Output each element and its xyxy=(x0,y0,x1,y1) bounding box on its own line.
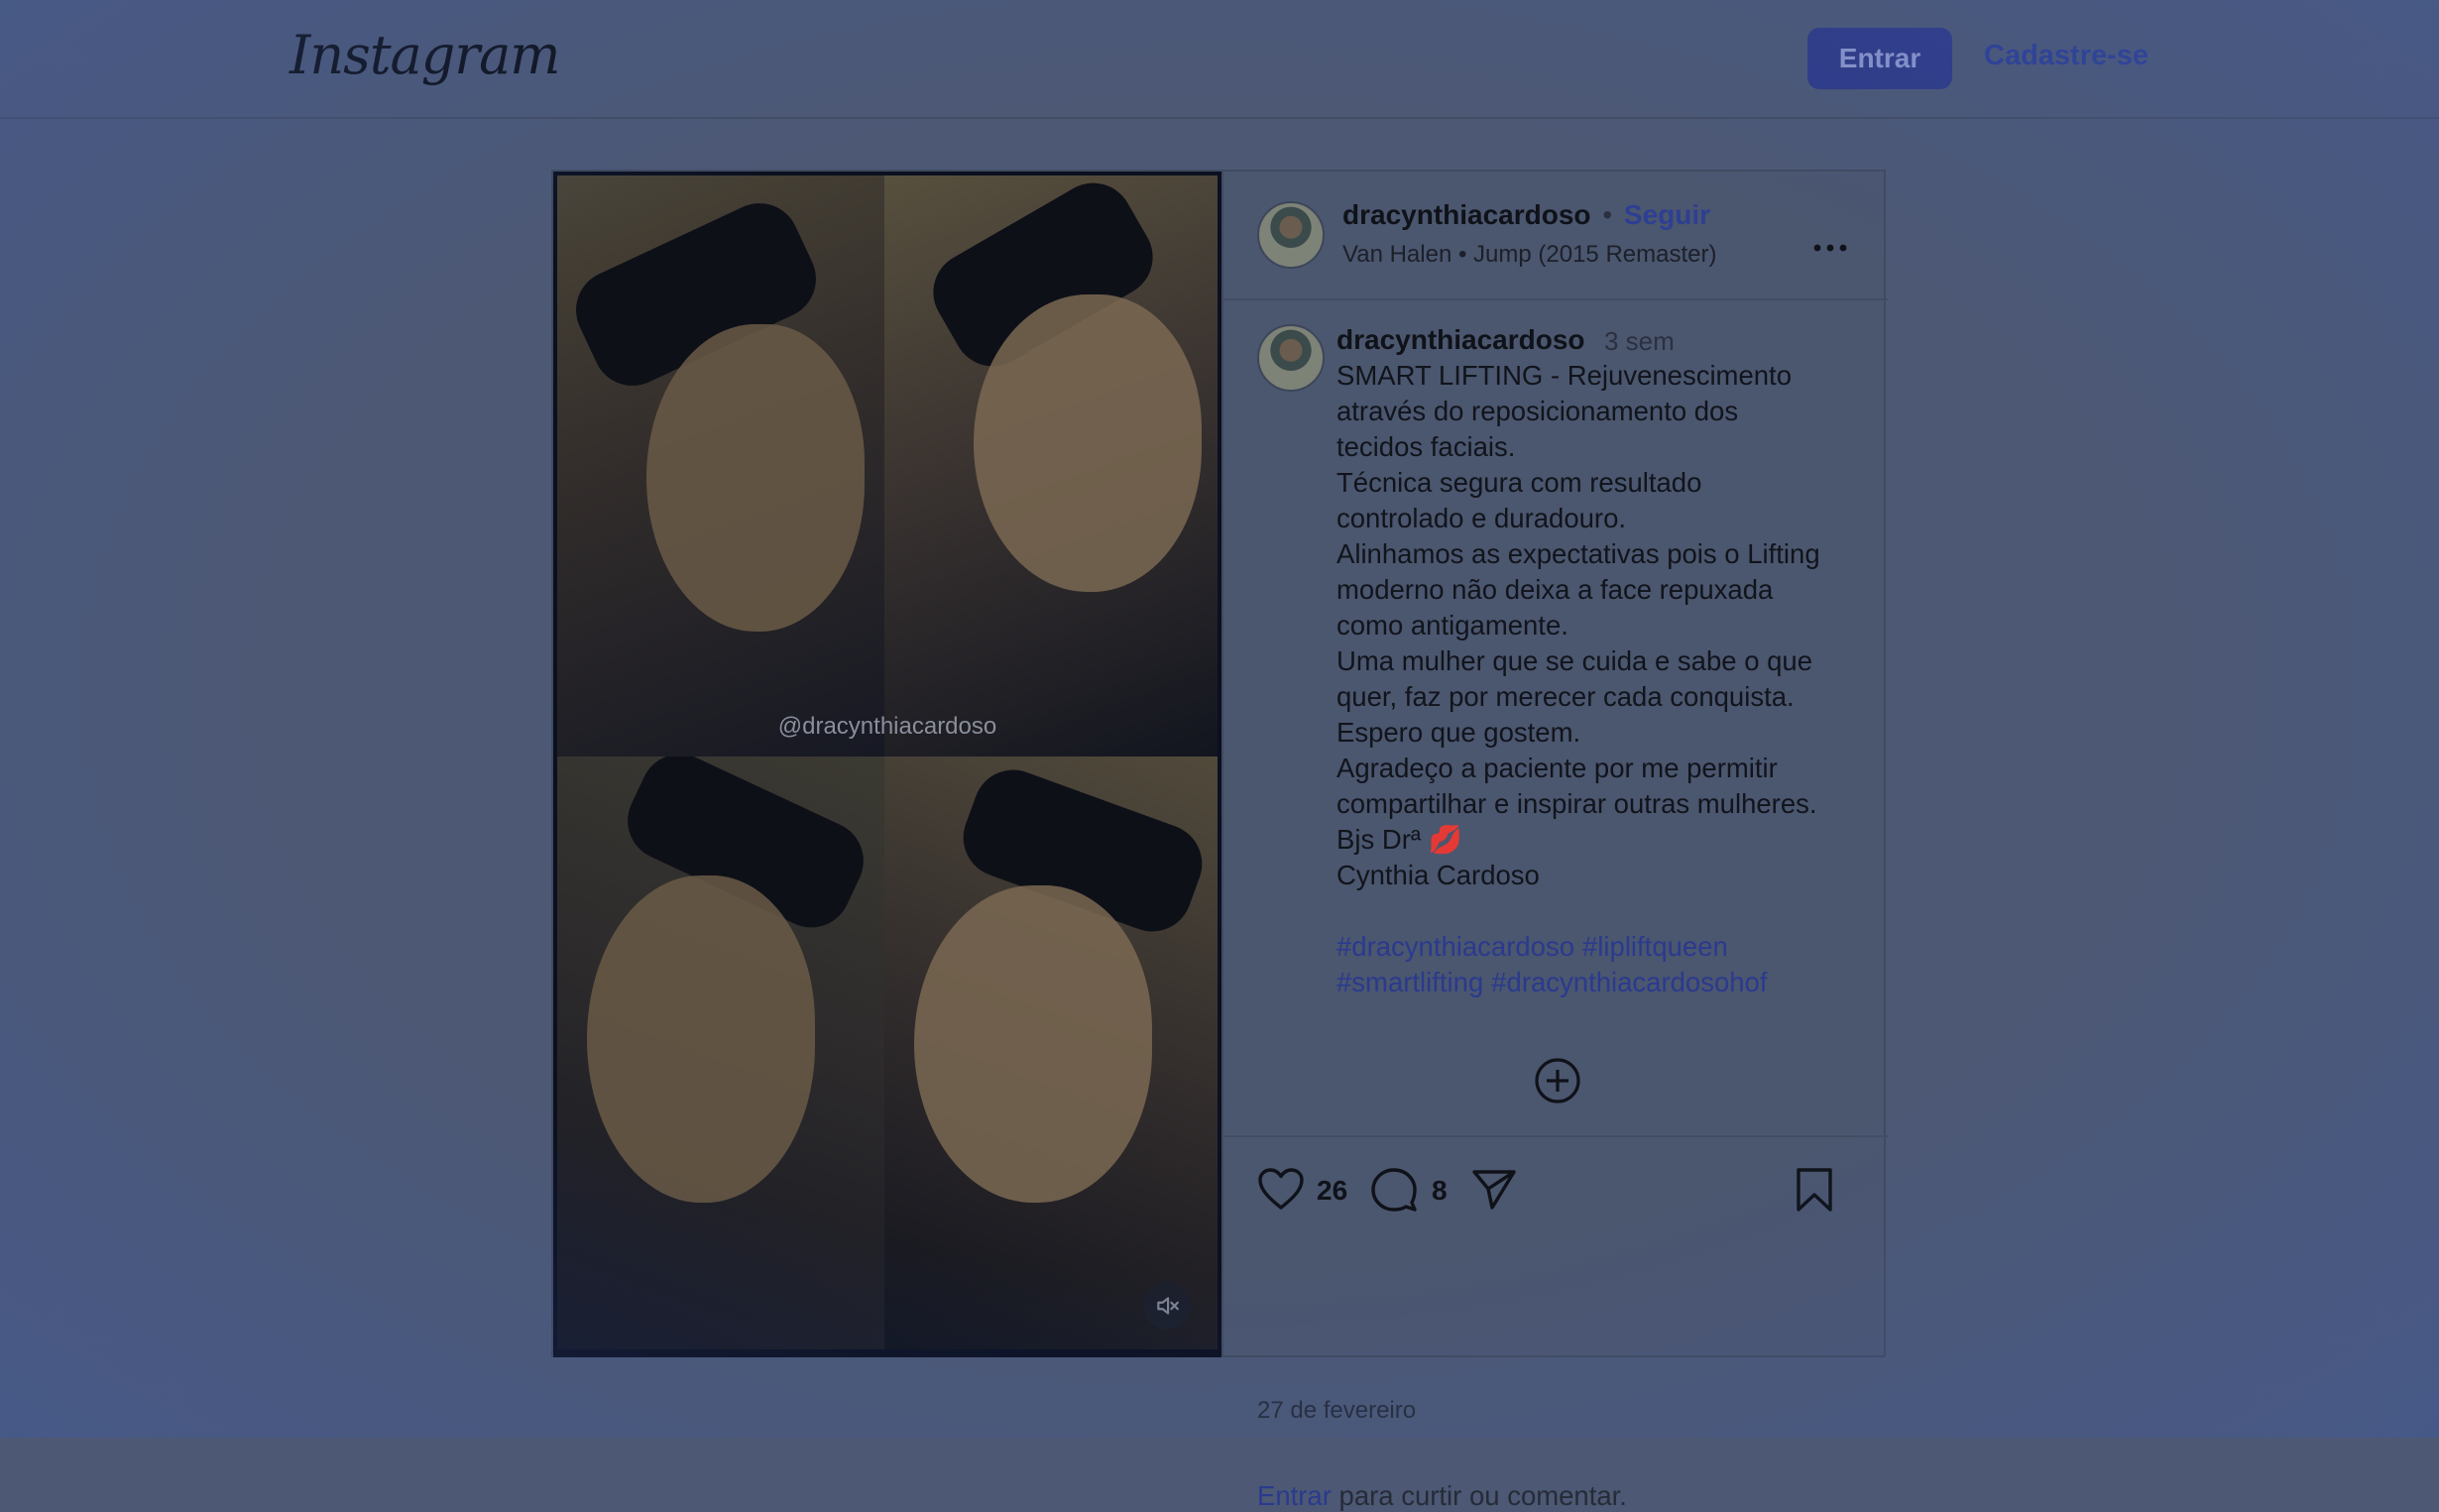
speaker-muted-icon[interactable] xyxy=(1143,1282,1191,1330)
post-date[interactable]: 27 de fevereiro xyxy=(1257,1397,1416,1425)
login-to-interact-prompt: Entrar para curtir ou comentar. xyxy=(1257,1480,1627,1512)
post-dialog: @dracynthiacardoso dracynthiacardoso • S… xyxy=(551,170,1888,1511)
signup-link[interactable]: Cadastre-se xyxy=(1984,40,2149,72)
instagram-logo[interactable]: Instagram xyxy=(290,24,560,86)
follow-button[interactable]: Seguir xyxy=(1624,199,1710,230)
bookmark-icon[interactable] xyxy=(1795,1167,1834,1218)
video-frame-before-right-profile xyxy=(557,175,884,756)
heart-icon[interactable] xyxy=(1257,1167,1305,1216)
caption-author-avatar[interactable] xyxy=(1257,324,1325,392)
video-frame-after-right-profile xyxy=(884,175,1218,756)
caption-text: SMART LIFTING - Rejuvenescimento através… xyxy=(1336,360,1820,890)
video-frame-after-left-profile xyxy=(884,756,1218,1349)
plus-circle-icon[interactable] xyxy=(1533,1056,1582,1105)
author-avatar[interactable] xyxy=(1257,201,1325,269)
login-link[interactable]: Entrar xyxy=(1257,1480,1332,1511)
author-username[interactable]: dracynthiacardoso xyxy=(1342,199,1591,230)
post-actions-section: 26 8 27 de fevereiro Entrar para curtir … xyxy=(1223,1135,1888,1511)
hashtag-link[interactable]: #dracynthiacardosohof xyxy=(1491,967,1767,997)
separator-dot: • xyxy=(1602,199,1613,230)
post-video[interactable]: @dracynthiacardoso xyxy=(553,172,1221,1357)
caption-hashtags: #dracynthiacardoso #lipliftqueen #smartli… xyxy=(1336,929,1872,1000)
share-icon[interactable] xyxy=(1471,1169,1517,1216)
comments-count[interactable]: 8 xyxy=(1432,1175,1448,1207)
post-header: dracynthiacardoso • Seguir Van Halen • J… xyxy=(1223,172,1888,300)
likes-count[interactable]: 26 xyxy=(1317,1175,1347,1207)
top-navbar: Instagram Entrar Cadastre-se xyxy=(0,0,2439,119)
audio-track-link[interactable]: Van Halen • Jump (2015 Remaster) xyxy=(1342,241,1716,269)
post-header-line: dracynthiacardoso • Seguir xyxy=(1342,199,1710,231)
login-prompt-text: para curtir ou comentar. xyxy=(1331,1480,1627,1511)
hashtag-link[interactable]: #lipliftqueen xyxy=(1582,931,1728,962)
post-side-panel: dracynthiacardoso • Seguir Van Halen • J… xyxy=(1221,172,1888,1511)
video-watermark: @dracynthiacardoso xyxy=(777,713,997,740)
caption-timestamp[interactable]: 3 sem xyxy=(1604,326,1675,357)
hashtag-link[interactable]: #dracynthiacardoso xyxy=(1336,931,1574,962)
hashtag-link[interactable]: #smartlifting xyxy=(1336,967,1483,997)
caption-username[interactable]: dracynthiacardoso xyxy=(1336,324,1585,356)
comment-icon[interactable] xyxy=(1370,1167,1418,1218)
more-options-icon[interactable] xyxy=(1812,223,1848,262)
video-frame-before-left-profile xyxy=(557,756,884,1349)
login-button[interactable]: Entrar xyxy=(1807,28,1952,89)
